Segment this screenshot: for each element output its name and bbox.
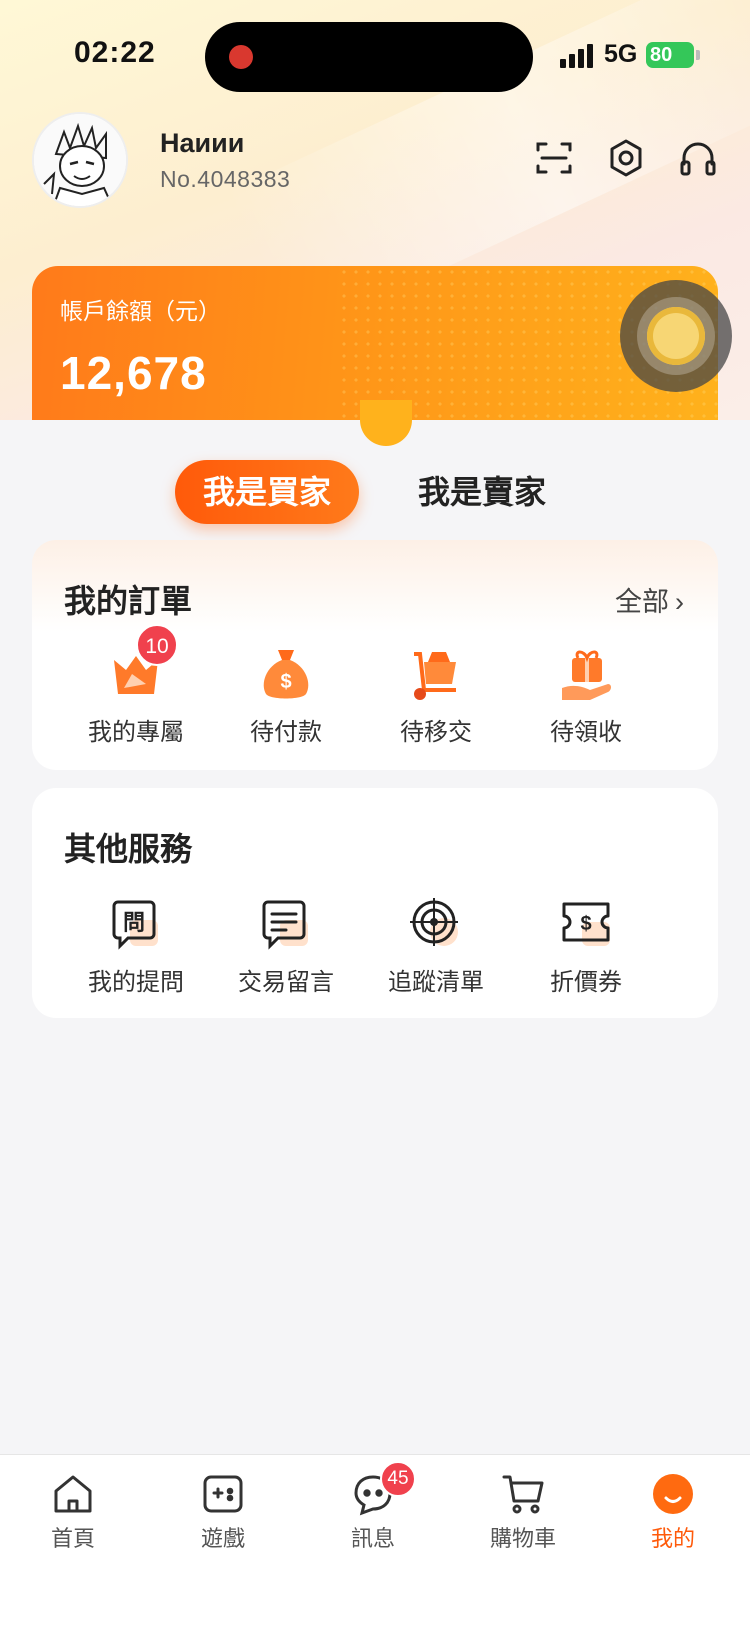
status-time: 02:22 [74, 36, 156, 69]
avatar[interactable] [32, 112, 128, 208]
order-item-label: 我的專屬 [88, 719, 184, 746]
services-title: 其他服務 [64, 831, 193, 867]
chat-icon: 45 [350, 1461, 416, 1517]
tab-buyer[interactable]: 我是買家 [175, 460, 359, 524]
order-item-pending-payment[interactable]: $ 待付款 [216, 644, 356, 747]
scan-icon[interactable] [534, 138, 574, 178]
service-item-label: 我的提問 [88, 969, 184, 996]
tab-seller[interactable]: 我是賣家 [400, 460, 564, 524]
tab-label: 訊息 [350, 1526, 395, 1551]
balance-value: 12,678 [60, 347, 207, 399]
battery-level: 80 [650, 44, 673, 66]
tab-label: 首頁 [50, 1526, 95, 1551]
assistive-touch-button[interactable] [620, 280, 732, 392]
tab-label: 購物車 [489, 1526, 556, 1551]
recording-indicator-icon [229, 45, 253, 69]
status-bar: 02:22 5G 80 [0, 0, 750, 110]
crown-icon: 10 [106, 624, 178, 704]
order-item-label: 待付款 [250, 719, 322, 746]
order-item-exclusive[interactable]: 10 我的專屬 [66, 624, 206, 747]
balance-card[interactable]: 帳戶餘額（元） 12,678 [32, 266, 718, 420]
tab-label: 遊戲 [200, 1526, 245, 1551]
battery-icon: 80 [646, 42, 694, 68]
orders-view-all-link[interactable]: 全部 › [615, 580, 684, 619]
gamepad-icon [200, 1471, 246, 1517]
user-number: No.4048383 [160, 166, 291, 192]
message-icon [256, 894, 316, 954]
network-type: 5G [604, 40, 638, 68]
services-card: 其他服務 問 我的提問 交易留言 追蹤清單 $ 折價券 [32, 788, 718, 1018]
exclusive-badge: 10 [136, 624, 178, 666]
svg-text:$: $ [280, 671, 291, 693]
cart-box-icon [406, 644, 466, 704]
tab-cart[interactable]: 購物車 [468, 1471, 578, 1553]
order-item-label: 待移交 [400, 719, 472, 746]
balance-label: 帳戶餘額（元） [60, 298, 221, 324]
service-item-label: 折價券 [550, 969, 622, 996]
messages-badge: 45 [380, 1461, 416, 1497]
coupon-icon: $ [556, 894, 616, 954]
gift-hand-icon [556, 644, 616, 704]
home-icon [50, 1471, 96, 1517]
headset-icon[interactable] [678, 138, 718, 178]
tab-home[interactable]: 首頁 [18, 1471, 128, 1553]
orders-title: 我的訂單 [64, 583, 193, 619]
svg-text:問: 問 [123, 911, 145, 936]
svg-text:$: $ [580, 913, 591, 935]
order-item-label: 待領收 [550, 719, 622, 746]
order-item-pending-transfer[interactable]: 待移交 [366, 644, 506, 747]
chevron-right-icon: › [675, 587, 684, 617]
money-bag-icon: $ [256, 644, 316, 704]
settings-icon[interactable] [606, 138, 646, 178]
tab-messages[interactable]: 45 訊息 [318, 1461, 428, 1553]
profile-smile-icon [650, 1471, 696, 1517]
cart-icon [500, 1471, 546, 1517]
orders-card: 我的訂單 全部 › 10 我的專屬 $ 待付款 待移交 待領收 [32, 540, 718, 770]
target-icon [406, 894, 466, 954]
service-item-label: 追蹤清單 [388, 969, 484, 996]
tab-games[interactable]: 遊戲 [168, 1471, 278, 1553]
tab-me[interactable]: 我的 [618, 1471, 728, 1553]
service-item-my-questions[interactable]: 問 我的提問 [66, 894, 206, 997]
view-all-label: 全部 [615, 587, 669, 617]
service-item-coupons[interactable]: $ 折價券 [516, 894, 656, 997]
role-switcher: 我是買家 我是賣家 [0, 460, 750, 526]
signal-icon [560, 44, 596, 68]
order-item-pending-receipt[interactable]: 待領收 [516, 644, 656, 747]
username: Наиии [160, 128, 245, 158]
service-item-label: 交易留言 [238, 969, 334, 996]
battery-tip [696, 50, 700, 60]
dynamic-island [205, 22, 533, 92]
bottom-tab-bar: 首頁 遊戲 45 訊息 購物車 我的 [0, 1454, 750, 1626]
service-item-trade-messages[interactable]: 交易留言 [216, 894, 356, 997]
tab-label: 我的 [650, 1526, 695, 1551]
service-item-watchlist[interactable]: 追蹤清單 [366, 894, 506, 997]
question-bubble-icon: 問 [106, 894, 166, 954]
